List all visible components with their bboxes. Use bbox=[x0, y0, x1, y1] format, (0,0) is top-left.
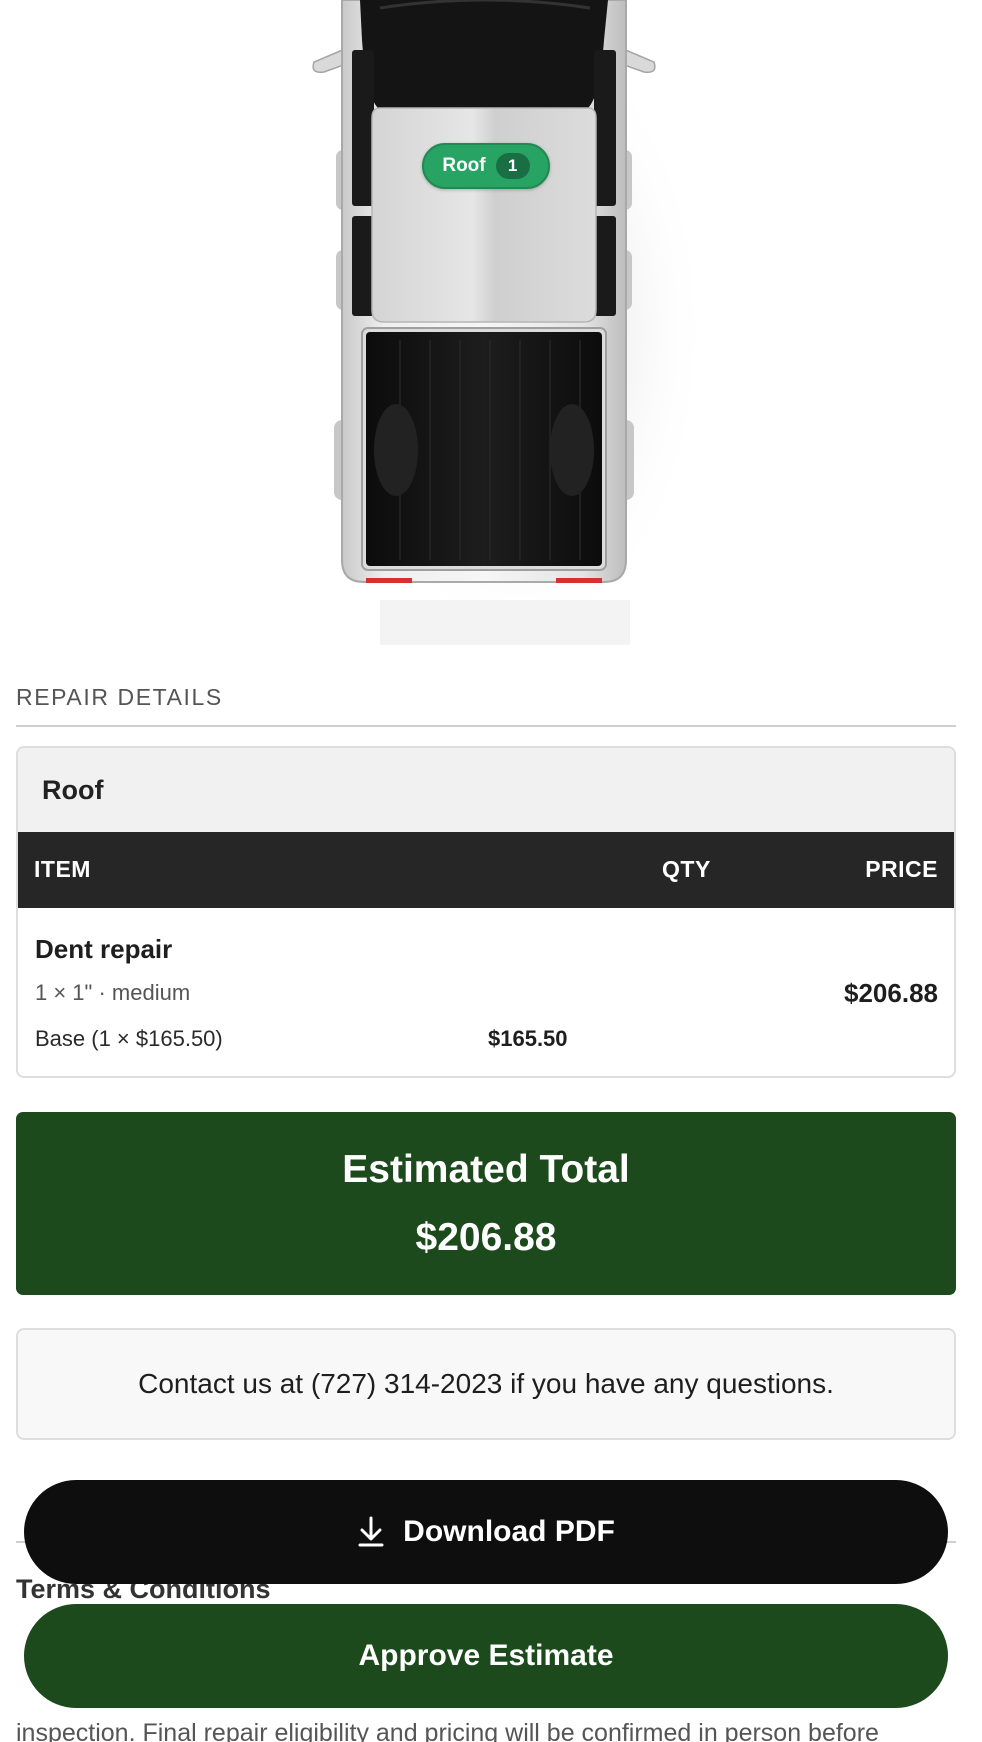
base-price-label: Base (1 × $165.50) bbox=[35, 1026, 223, 1051]
column-header-price: PRICE bbox=[865, 856, 938, 882]
terms-visible-line: inspection. Final repair eligibility and… bbox=[16, 1719, 879, 1742]
download-icon bbox=[357, 1516, 385, 1548]
approve-estimate-button[interactable]: Approve Estimate bbox=[24, 1604, 948, 1708]
vehicle-diagram: Roof 1 bbox=[0, 0, 982, 645]
roof-marker-count-badge: 1 bbox=[495, 153, 530, 179]
column-header-item: ITEM bbox=[34, 856, 91, 882]
repair-details-heading: REPAIR DETAILS bbox=[16, 684, 956, 727]
item-description: 1 × 1" · medium bbox=[35, 980, 191, 1005]
base-price-value: $165.50 bbox=[488, 1026, 568, 1051]
contact-info-box: Contact us at (727) 314-2023 if you have… bbox=[16, 1328, 956, 1440]
repair-section-card: Roof ITEM QTY PRICE Dent repair 1 × 1" ·… bbox=[16, 746, 956, 1078]
truck-top-view-illustration bbox=[312, 0, 710, 645]
roof-marker-label: Roof bbox=[442, 155, 486, 176]
contact-text: Contact us at (727) 314-2023 if you have… bbox=[138, 1368, 834, 1399]
download-pdf-label: Download PDF bbox=[403, 1515, 615, 1548]
repair-table-header: ITEM QTY PRICE bbox=[18, 832, 954, 908]
item-price: $206.88 bbox=[844, 978, 938, 1008]
estimated-total-panel: Estimated Total $206.88 bbox=[16, 1112, 956, 1295]
repair-section-title: Roof bbox=[18, 748, 954, 832]
download-pdf-button[interactable]: Download PDF bbox=[24, 1480, 948, 1584]
item-name: Dent repair bbox=[35, 934, 173, 964]
estimated-total-value: $206.88 bbox=[415, 1216, 557, 1259]
table-row: Dent repair 1 × 1" · medium $206.88 Base… bbox=[18, 908, 954, 1076]
column-header-qty: QTY bbox=[662, 856, 711, 882]
approve-estimate-label: Approve Estimate bbox=[358, 1639, 614, 1672]
roof-damage-marker[interactable]: Roof 1 bbox=[422, 143, 550, 189]
estimated-total-label: Estimated Total bbox=[342, 1148, 630, 1191]
